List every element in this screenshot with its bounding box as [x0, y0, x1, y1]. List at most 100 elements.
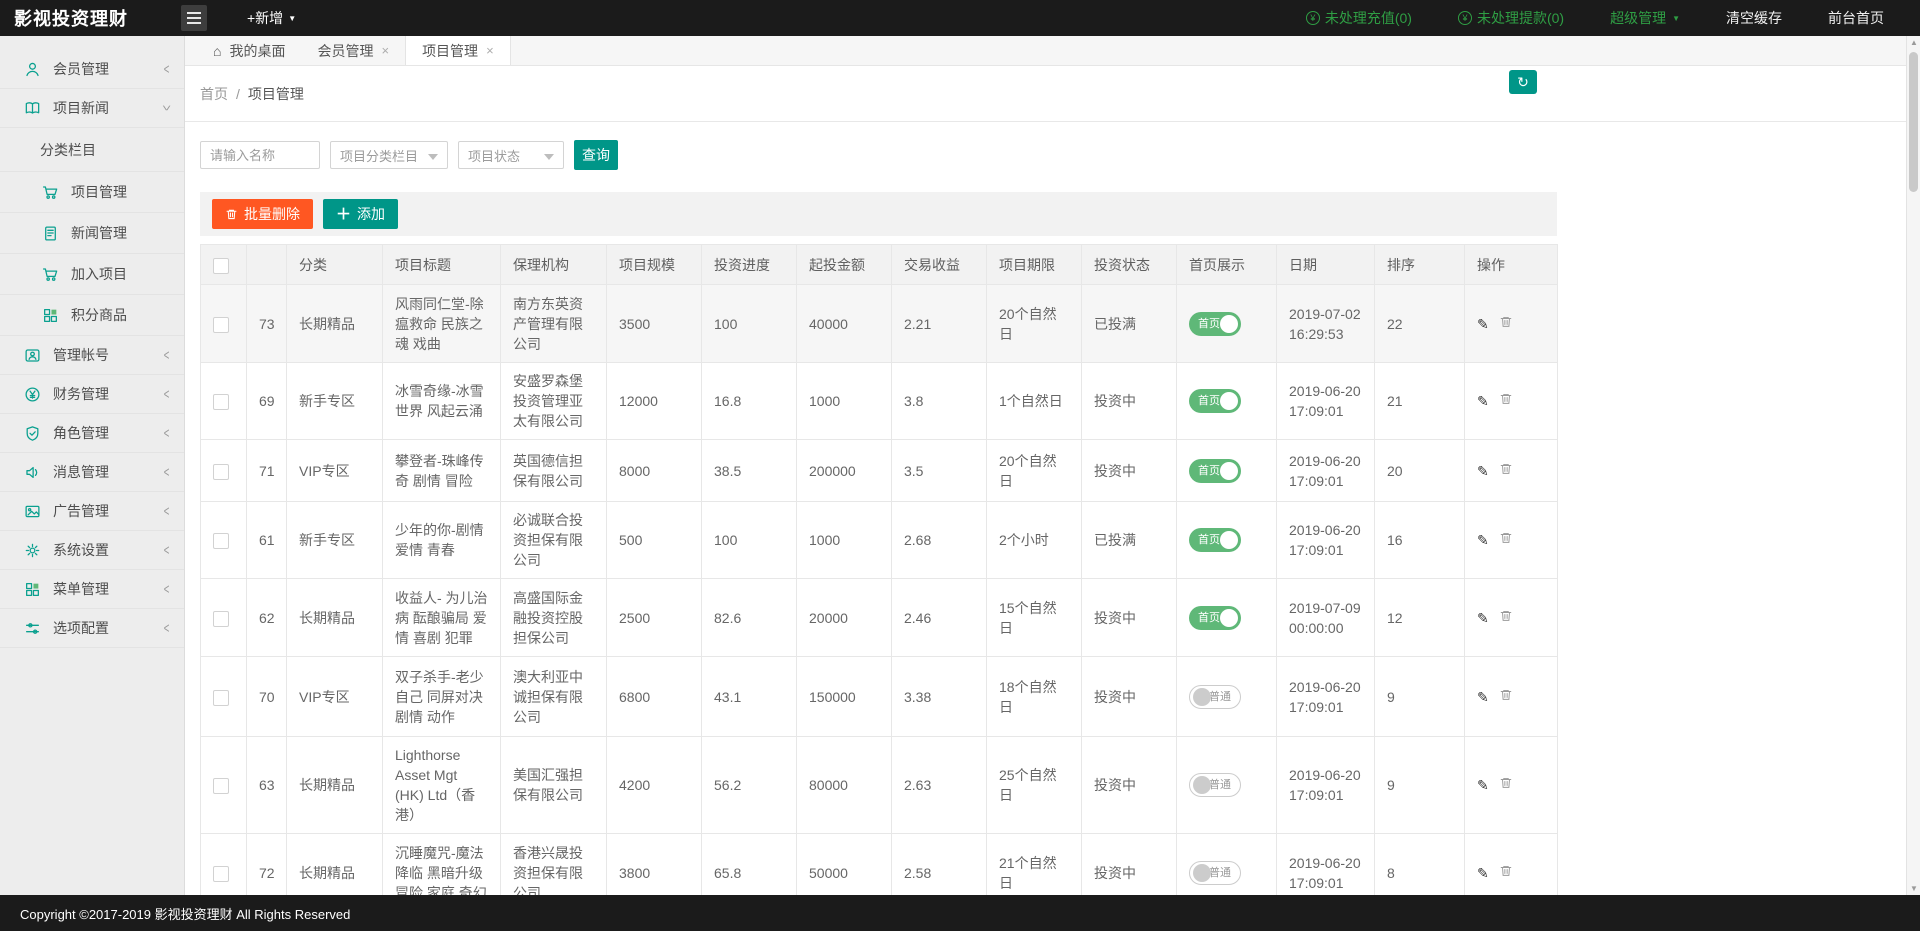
- admin-role-dropdown[interactable]: 超级管理 ▼: [1610, 8, 1680, 28]
- delete-icon[interactable]: [1499, 314, 1513, 334]
- user-icon: [24, 61, 41, 78]
- sidebar-item-join-project[interactable]: 加入项目: [0, 254, 184, 295]
- home-display-toggle[interactable]: 普通: [1189, 861, 1241, 885]
- breadcrumb: 首页 / 项目管理: [185, 66, 1906, 122]
- search-button[interactable]: 查询: [574, 140, 618, 170]
- name-search-input[interactable]: [200, 141, 320, 169]
- cart-icon: [42, 266, 59, 283]
- admin-role-label: 超级管理: [1610, 8, 1666, 28]
- caret-down-icon: ▼: [1672, 14, 1680, 23]
- home-display-toggle[interactable]: 普通: [1189, 685, 1241, 709]
- row-checkbox[interactable]: [213, 394, 229, 410]
- sidebar-item-news-management[interactable]: 新闻管理: [0, 213, 184, 254]
- batch-delete-button[interactable]: 批量删除: [212, 199, 313, 229]
- add-new-dropdown[interactable]: +新增 ▼: [247, 8, 296, 28]
- edit-icon[interactable]: ✎: [1477, 775, 1489, 795]
- table-row: 69 新手专区 冰雪奇缘-冰雪世界 风起云涌 安盛罗森堡投资管理亚太有限公司 1…: [201, 363, 1558, 440]
- sidebar-item-system-settings[interactable]: 系统设置<: [0, 531, 184, 570]
- tab-my-desktop[interactable]: ⌂ 我的桌面: [197, 36, 301, 65]
- edit-icon[interactable]: ✎: [1477, 314, 1489, 334]
- status-select[interactable]: 项目状态: [458, 141, 564, 169]
- refresh-button[interactable]: ↻: [1509, 70, 1537, 94]
- row-checkbox[interactable]: [213, 464, 229, 480]
- sidebar-item-message-management[interactable]: 消息管理<: [0, 453, 184, 492]
- home-display-toggle[interactable]: 首页: [1189, 389, 1241, 413]
- sidebar-item-ad-management[interactable]: 广告管理<: [0, 492, 184, 531]
- chevron-left-icon: <: [164, 425, 170, 442]
- edit-icon[interactable]: ✎: [1477, 687, 1489, 707]
- content: 项目分类栏目 项目状态 查询 批量删除 ＋ 添加: [185, 140, 1906, 895]
- delete-icon[interactable]: [1499, 863, 1513, 883]
- sidebar-item-points-goods[interactable]: 积分商品: [0, 295, 184, 336]
- row-checkbox[interactable]: [213, 317, 229, 333]
- chevron-left-icon: <: [164, 464, 170, 481]
- delete-icon[interactable]: [1499, 608, 1513, 628]
- vertical-scrollbar[interactable]: ▲ ▼: [1906, 36, 1920, 895]
- clear-cache-link[interactable]: 清空缓存: [1726, 8, 1782, 28]
- select-all-checkbox[interactable]: [213, 258, 229, 274]
- chevron-left-icon: <: [164, 542, 170, 559]
- front-home-link[interactable]: 前台首页: [1828, 8, 1884, 28]
- table-row: 70 VIP专区 双子杀手-老少自己 同屏对决 剧情 动作 澳大利亚中诚担保有限…: [201, 657, 1558, 737]
- row-checkbox[interactable]: [213, 690, 229, 706]
- caret-down-icon: [544, 154, 554, 160]
- edit-icon[interactable]: ✎: [1477, 391, 1489, 411]
- scrollbar-thumb[interactable]: [1909, 52, 1918, 192]
- edit-icon[interactable]: ✎: [1477, 863, 1489, 883]
- chevron-down-icon: <: [158, 105, 175, 111]
- row-checkbox[interactable]: [213, 611, 229, 627]
- row-checkbox[interactable]: [213, 866, 229, 882]
- close-icon[interactable]: ×: [381, 43, 389, 58]
- book-icon: [24, 100, 41, 117]
- edit-icon[interactable]: ✎: [1477, 461, 1489, 481]
- table-row: 71 VIP专区 攀登者-珠峰传奇 剧情 冒险 英国德信担保有限公司 8000 …: [201, 440, 1558, 502]
- scroll-up-arrow[interactable]: ▲: [1907, 38, 1920, 47]
- sidebar-item-category-columns[interactable]: 分类栏目: [0, 128, 184, 172]
- add-new-label: +新增: [247, 8, 283, 28]
- tab-project-management[interactable]: 项目管理 ×: [405, 36, 511, 65]
- trash-icon: [225, 208, 238, 221]
- pending-recharge-label: 未处理充值(0): [1325, 8, 1412, 28]
- delete-icon[interactable]: [1499, 461, 1513, 481]
- edit-icon[interactable]: ✎: [1477, 608, 1489, 628]
- sidebar-item-project-management[interactable]: 项目管理: [0, 172, 184, 213]
- edit-icon[interactable]: ✎: [1477, 530, 1489, 550]
- sidebar-item-role-management[interactable]: 角色管理<: [0, 414, 184, 453]
- withdraw-coin-icon: ¥: [1458, 11, 1472, 25]
- add-button[interactable]: ＋ 添加: [323, 199, 398, 229]
- tab-bar: ⌂ 我的桌面 会员管理 × 项目管理 ×: [185, 36, 1906, 66]
- close-icon[interactable]: ×: [486, 43, 494, 58]
- sidebar-item-admin-accounts[interactable]: 管理帐号<: [0, 336, 184, 375]
- breadcrumb-home[interactable]: 首页: [200, 84, 228, 104]
- home-display-toggle[interactable]: 首页: [1189, 606, 1241, 630]
- scroll-down-arrow[interactable]: ▼: [1907, 884, 1920, 893]
- tab-member-management[interactable]: 会员管理 ×: [301, 36, 405, 65]
- pending-withdraw-link[interactable]: ¥ 未处理提款(0): [1458, 8, 1564, 28]
- home-display-toggle[interactable]: 普通: [1189, 773, 1241, 797]
- delete-icon[interactable]: [1499, 775, 1513, 795]
- sidebar-item-option-config[interactable]: 选项配置<: [0, 609, 184, 648]
- home-display-toggle[interactable]: 首页: [1189, 312, 1241, 336]
- category-select[interactable]: 项目分类栏目: [330, 141, 448, 169]
- delete-icon[interactable]: [1499, 391, 1513, 411]
- sidebar-item-menu-management[interactable]: 菜单管理<: [0, 570, 184, 609]
- speaker-icon: [24, 464, 41, 481]
- table-row: 63 长期精品 Lighthorse Asset Mgt (HK) Ltd（香港…: [201, 737, 1558, 834]
- pending-recharge-link[interactable]: ¥ 未处理充值(0): [1306, 8, 1412, 28]
- chevron-left-icon: <: [164, 61, 170, 78]
- sidebar-item-project-news[interactable]: 项目新闻<: [0, 89, 184, 128]
- delete-icon[interactable]: [1499, 530, 1513, 550]
- row-checkbox[interactable]: [213, 533, 229, 549]
- refresh-icon: ↻: [1517, 74, 1529, 90]
- breadcrumb-separator: /: [236, 86, 240, 102]
- home-display-toggle[interactable]: 首页: [1189, 528, 1241, 552]
- home-display-toggle[interactable]: 首页: [1189, 459, 1241, 483]
- delete-icon[interactable]: [1499, 687, 1513, 707]
- top-bar: 影视投资理财 +新增 ▼ ¥ 未处理充值(0) ¥ 未处理提款(0) 超级管理 …: [0, 0, 1920, 36]
- main-area: ⌂ 我的桌面 会员管理 × 项目管理 × 首页 / 项目管理 ↻ 项目分类栏目 …: [185, 36, 1906, 895]
- app-logo: 影视投资理财: [0, 5, 181, 31]
- sidebar-item-finance-management[interactable]: 财务管理<: [0, 375, 184, 414]
- sidebar-item-member-management[interactable]: 会员管理<: [0, 50, 184, 89]
- row-checkbox[interactable]: [213, 778, 229, 794]
- hamburger-menu-button[interactable]: [181, 5, 207, 31]
